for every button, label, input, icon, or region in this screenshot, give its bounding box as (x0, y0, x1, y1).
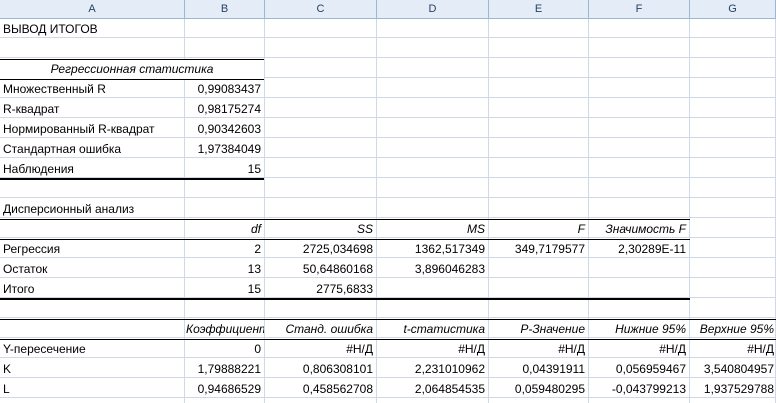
anova-cell-significance[interactable]: 2,30289E-11 (589, 239, 689, 259)
stat-value[interactable]: 1,97384049 (185, 139, 264, 159)
coef-cell[interactable]: -0,043799213 (589, 379, 689, 399)
stat-value[interactable]: 0,90342603 (185, 119, 264, 139)
coef-cell[interactable]: 1,79888221 (185, 359, 264, 379)
coef-header-upper-95[interactable]: Верхние 95% (690, 319, 775, 339)
coef-cell[interactable]: 3,540804957 (690, 359, 775, 379)
coef-cell[interactable]: 0,94686529 (185, 379, 264, 399)
anova-bottom-border (0, 298, 690, 300)
coef-cell[interactable]: 2,064854535 (377, 379, 488, 399)
coef-header-t-stat[interactable]: t-статистика (377, 319, 488, 339)
anova-cell-ss[interactable]: 50,64860168 (265, 259, 376, 279)
coef-cell[interactable]: #Н/Д (489, 339, 588, 359)
coef-cell[interactable]: 0,059480295 (489, 379, 588, 399)
anova-cell-f[interactable] (489, 259, 588, 279)
stat-value[interactable]: 15 (185, 159, 264, 179)
anova-header-significance[interactable]: Значимость F (589, 219, 689, 239)
coef-row-label[interactable]: Y-пересечение (0, 339, 184, 359)
stat-value[interactable]: 0,99083437 (185, 79, 264, 99)
coef-cell[interactable]: 2,231010962 (377, 359, 488, 379)
anova-row-label[interactable]: Регрессия (0, 239, 184, 259)
stat-label[interactable]: Множественный R (0, 79, 184, 99)
stat-label[interactable]: Стандартная ошибка (0, 139, 184, 159)
stat-label[interactable]: R-квадрат (0, 99, 184, 119)
column-header-a[interactable]: A (0, 0, 185, 18)
column-header-e[interactable]: E (489, 0, 589, 18)
regression-statistics-header[interactable]: Регрессионная статистика (0, 59, 264, 79)
anova-cell-ms[interactable]: 3,896046283 (377, 259, 488, 279)
coef-cell[interactable]: 0,056959467 (589, 359, 689, 379)
anova-header-df[interactable]: df (185, 219, 264, 239)
anova-header-ms[interactable]: MS (377, 219, 488, 239)
anova-cell-significance[interactable] (589, 279, 689, 299)
anova-cell-df[interactable]: 2 (185, 239, 264, 259)
anova-header-ss[interactable]: SS (265, 219, 376, 239)
anova-title[interactable]: Дисперсионный анализ (0, 199, 184, 219)
coef-header-lower-95[interactable]: Нижние 95% (589, 319, 689, 339)
column-header-d[interactable]: D (377, 0, 489, 18)
regression-top-border (0, 59, 264, 60)
coef-header-coefficients[interactable]: Коэффициенты (185, 319, 264, 339)
coef-cell[interactable]: #Н/Д (589, 339, 689, 359)
coef-cell[interactable]: #Н/Д (690, 339, 775, 359)
anova-header-f[interactable]: F (489, 219, 588, 239)
anova-cell-ss[interactable]: 2725,034698 (265, 239, 376, 259)
coef-header-std-error[interactable]: Станд. ошибка (265, 319, 376, 339)
spreadsheet[interactable]: A B C D E F G ВЫВОД ИТОГОВ Регрессионная… (0, 0, 776, 403)
column-header-b[interactable]: B (185, 0, 265, 18)
anova-cell-ms[interactable]: 1362,517349 (377, 239, 488, 259)
coef-cell[interactable]: 0,806308101 (265, 359, 376, 379)
report-title[interactable]: ВЫВОД ИТОГОВ (0, 19, 184, 39)
anova-row-label[interactable]: Остаток (0, 259, 184, 279)
anova-cell-significance[interactable] (589, 259, 689, 279)
coef-cell[interactable]: 0,04391911 (489, 359, 588, 379)
coef-header-p-value[interactable]: P-Значение (489, 319, 588, 339)
anova-cell-f[interactable] (489, 279, 588, 299)
column-header-f[interactable]: F (589, 0, 690, 18)
column-header-bar: A B C D E F G (0, 0, 776, 19)
stat-value[interactable]: 0,98175274 (185, 99, 264, 119)
anova-cell-ms[interactable] (377, 279, 488, 299)
stat-label[interactable]: Наблюдения (0, 159, 184, 179)
coef-cell[interactable]: 0 (185, 339, 264, 359)
column-header-c[interactable]: C (265, 0, 377, 18)
coef-cell[interactable]: 0,458562708 (265, 379, 376, 399)
coef-row-label[interactable]: K (0, 359, 184, 379)
coef-cell[interactable]: 1,937529788 (690, 379, 775, 399)
coef-row-label[interactable]: L (0, 379, 184, 399)
anova-cell-ss[interactable]: 2775,6833 (265, 279, 376, 299)
column-header-g[interactable]: G (690, 0, 776, 18)
anova-cell-df[interactable]: 15 (185, 279, 264, 299)
anova-cell-f[interactable]: 349,7179577 (489, 239, 588, 259)
stat-label[interactable]: Нормированный R-квадрат (0, 119, 184, 139)
coef-cell[interactable]: #Н/Д (265, 339, 376, 359)
anova-cell-df[interactable]: 13 (185, 259, 264, 279)
regression-bottom-border (0, 178, 264, 180)
anova-row-label[interactable]: Итого (0, 279, 184, 299)
coef-cell[interactable]: #Н/Д (377, 339, 488, 359)
